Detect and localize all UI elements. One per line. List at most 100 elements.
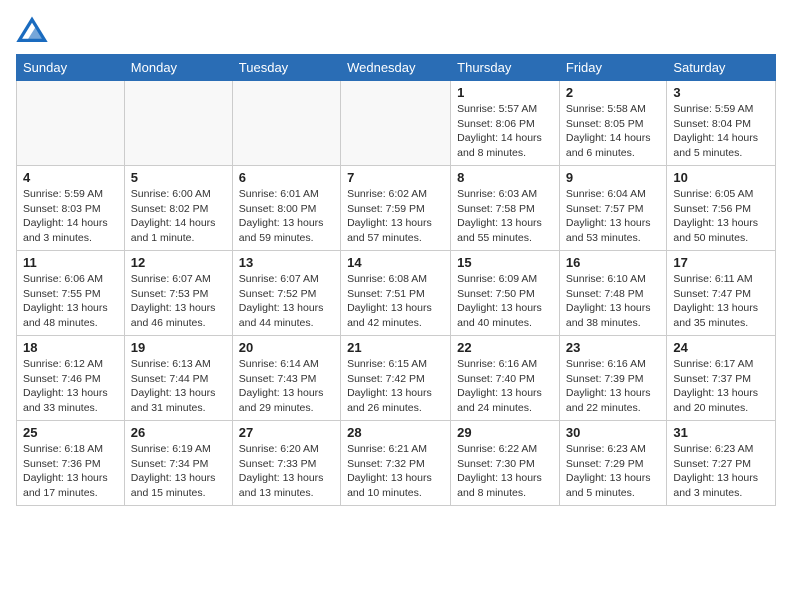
weekday-header: Thursday [451,55,560,81]
day-info: Sunrise: 6:01 AMSunset: 8:00 PMDaylight:… [239,187,334,246]
day-number: 11 [23,255,118,270]
day-info: Sunrise: 6:23 AMSunset: 7:27 PMDaylight:… [673,442,769,501]
weekday-header: Wednesday [341,55,451,81]
calendar-day-cell: 26 Sunrise: 6:19 AMSunset: 7:34 PMDayligh… [124,421,232,506]
day-number: 29 [457,425,553,440]
day-info: Sunrise: 6:15 AMSunset: 7:42 PMDaylight:… [347,357,444,416]
day-info: Sunrise: 6:21 AMSunset: 7:32 PMDaylight:… [347,442,444,501]
calendar-day-cell: 3 Sunrise: 5:59 AMSunset: 8:04 PMDaylight… [667,81,776,166]
calendar-day-cell: 20 Sunrise: 6:14 AMSunset: 7:43 PMDayligh… [232,336,340,421]
calendar-day-cell: 8 Sunrise: 6:03 AMSunset: 7:58 PMDaylight… [451,166,560,251]
day-info: Sunrise: 6:11 AMSunset: 7:47 PMDaylight:… [673,272,769,331]
calendar-day-cell: 10 Sunrise: 6:05 AMSunset: 7:56 PMDayligh… [667,166,776,251]
calendar-day-cell: 27Sunrise: 6:20 AMSunset: 7:33 PMDayligh… [232,421,340,506]
calendar-day-cell: 18Sunrise: 6:12 AMSunset: 7:46 PMDayligh… [17,336,125,421]
day-number: 27 [239,425,334,440]
calendar-day-cell: 12 Sunrise: 6:07 AMSunset: 7:53 PMDayligh… [124,251,232,336]
calendar-week-row: 18Sunrise: 6:12 AMSunset: 7:46 PMDayligh… [17,336,776,421]
day-info: Sunrise: 6:08 AMSunset: 7:51 PMDaylight:… [347,272,444,331]
calendar-week-row: 4 Sunrise: 5:59 AMSunset: 8:03 PMDaylight… [17,166,776,251]
day-info: Sunrise: 6:03 AMSunset: 7:58 PMDaylight:… [457,187,553,246]
day-info: Sunrise: 6:07 AMSunset: 7:52 PMDaylight:… [239,272,334,331]
calendar-day-cell: 1Sunrise: 5:57 AMSunset: 8:06 PMDaylight… [451,81,560,166]
day-number: 8 [457,170,553,185]
day-number: 5 [131,170,226,185]
day-info: Sunrise: 6:05 AMSunset: 7:56 PMDaylight:… [673,187,769,246]
day-info: Sunrise: 6:06 AMSunset: 7:55 PMDaylight:… [23,272,118,331]
day-number: 17 [673,255,769,270]
day-number: 6 [239,170,334,185]
day-info: Sunrise: 6:04 AMSunset: 7:57 PMDaylight:… [566,187,661,246]
day-info: Sunrise: 6:16 AMSunset: 7:40 PMDaylight:… [457,357,553,416]
calendar-day-cell: 30 Sunrise: 6:23 AMSunset: 7:29 PMDayligh… [559,421,667,506]
day-number: 7 [347,170,444,185]
calendar-day-cell: 7 Sunrise: 6:02 AMSunset: 7:59 PMDaylight… [341,166,451,251]
calendar-day-cell: 4 Sunrise: 5:59 AMSunset: 8:03 PMDaylight… [17,166,125,251]
day-info: Sunrise: 6:17 AMSunset: 7:37 PMDaylight:… [673,357,769,416]
calendar-table: SundayMondayTuesdayWednesdayThursdayFrid… [16,54,776,506]
calendar-day-cell: 11 Sunrise: 6:06 AMSunset: 7:55 PMDayligh… [17,251,125,336]
day-info: Sunrise: 6:10 AMSunset: 7:48 PMDaylight:… [566,272,661,331]
weekday-header: Tuesday [232,55,340,81]
day-number: 3 [673,85,769,100]
day-number: 15 [457,255,553,270]
day-number: 22 [457,340,553,355]
day-info: Sunrise: 5:59 AMSunset: 8:03 PMDaylight:… [23,187,118,246]
calendar-day-cell [341,81,451,166]
weekday-header-row: SundayMondayTuesdayWednesdayThursdayFrid… [17,55,776,81]
day-info: Sunrise: 6:13 AMSunset: 7:44 PMDaylight:… [131,357,226,416]
calendar-day-cell: 28 Sunrise: 6:21 AMSunset: 7:32 PMDayligh… [341,421,451,506]
day-number: 9 [566,170,661,185]
calendar-day-cell: 6 Sunrise: 6:01 AMSunset: 8:00 PMDaylight… [232,166,340,251]
calendar-week-row: 11 Sunrise: 6:06 AMSunset: 7:55 PMDayligh… [17,251,776,336]
calendar-day-cell [232,81,340,166]
weekday-header: Friday [559,55,667,81]
day-number: 12 [131,255,226,270]
day-number: 25 [23,425,118,440]
day-number: 28 [347,425,444,440]
calendar-day-cell: 19 Sunrise: 6:13 AMSunset: 7:44 PMDayligh… [124,336,232,421]
day-number: 13 [239,255,334,270]
day-info: Sunrise: 5:58 AMSunset: 8:05 PMDaylight:… [566,102,661,161]
day-number: 23 [566,340,661,355]
day-info: Sunrise: 6:19 AMSunset: 7:34 PMDaylight:… [131,442,226,501]
page-header [16,16,776,44]
calendar-day-cell: 22 Sunrise: 6:16 AMSunset: 7:40 PMDayligh… [451,336,560,421]
day-info: Sunrise: 6:12 AMSunset: 7:46 PMDaylight:… [23,357,118,416]
day-info: Sunrise: 6:16 AMSunset: 7:39 PMDaylight:… [566,357,661,416]
calendar-day-cell: 21 Sunrise: 6:15 AMSunset: 7:42 PMDayligh… [341,336,451,421]
weekday-header: Monday [124,55,232,81]
calendar-week-row: 1Sunrise: 5:57 AMSunset: 8:06 PMDaylight… [17,81,776,166]
day-number: 26 [131,425,226,440]
day-info: Sunrise: 6:14 AMSunset: 7:43 PMDaylight:… [239,357,334,416]
day-info: Sunrise: 5:57 AMSunset: 8:06 PMDaylight:… [457,102,553,161]
day-number: 14 [347,255,444,270]
weekday-header: Sunday [17,55,125,81]
calendar-day-cell: 25 Sunrise: 6:18 AMSunset: 7:36 PMDayligh… [17,421,125,506]
calendar-day-cell: 24 Sunrise: 6:17 AMSunset: 7:37 PMDayligh… [667,336,776,421]
day-number: 30 [566,425,661,440]
day-number: 19 [131,340,226,355]
weekday-header: Saturday [667,55,776,81]
day-info: Sunrise: 6:02 AMSunset: 7:59 PMDaylight:… [347,187,444,246]
day-info: Sunrise: 6:07 AMSunset: 7:53 PMDaylight:… [131,272,226,331]
day-info: Sunrise: 6:09 AMSunset: 7:50 PMDaylight:… [457,272,553,331]
day-info: Sunrise: 6:23 AMSunset: 7:29 PMDaylight:… [566,442,661,501]
day-info: Sunrise: 5:59 AMSunset: 8:04 PMDaylight:… [673,102,769,161]
day-info: Sunrise: 6:22 AMSunset: 7:30 PMDaylight:… [457,442,553,501]
calendar-day-cell: 5Sunrise: 6:00 AMSunset: 8:02 PMDaylight… [124,166,232,251]
day-number: 4 [23,170,118,185]
day-info: Sunrise: 6:18 AMSunset: 7:36 PMDaylight:… [23,442,118,501]
day-number: 2 [566,85,661,100]
day-number: 10 [673,170,769,185]
calendar-day-cell: 15 Sunrise: 6:09 AMSunset: 7:50 PMDayligh… [451,251,560,336]
day-number: 20 [239,340,334,355]
day-number: 21 [347,340,444,355]
calendar-day-cell: 9 Sunrise: 6:04 AMSunset: 7:57 PMDaylight… [559,166,667,251]
calendar-day-cell: 14 Sunrise: 6:08 AMSunset: 7:51 PMDayligh… [341,251,451,336]
calendar-day-cell: 31Sunrise: 6:23 AMSunset: 7:27 PMDayligh… [667,421,776,506]
calendar-day-cell: 29 Sunrise: 6:22 AMSunset: 7:30 PMDayligh… [451,421,560,506]
calendar-day-cell: 13 Sunrise: 6:07 AMSunset: 7:52 PMDayligh… [232,251,340,336]
calendar-day-cell: 2 Sunrise: 5:58 AMSunset: 8:05 PMDaylight… [559,81,667,166]
day-number: 24 [673,340,769,355]
